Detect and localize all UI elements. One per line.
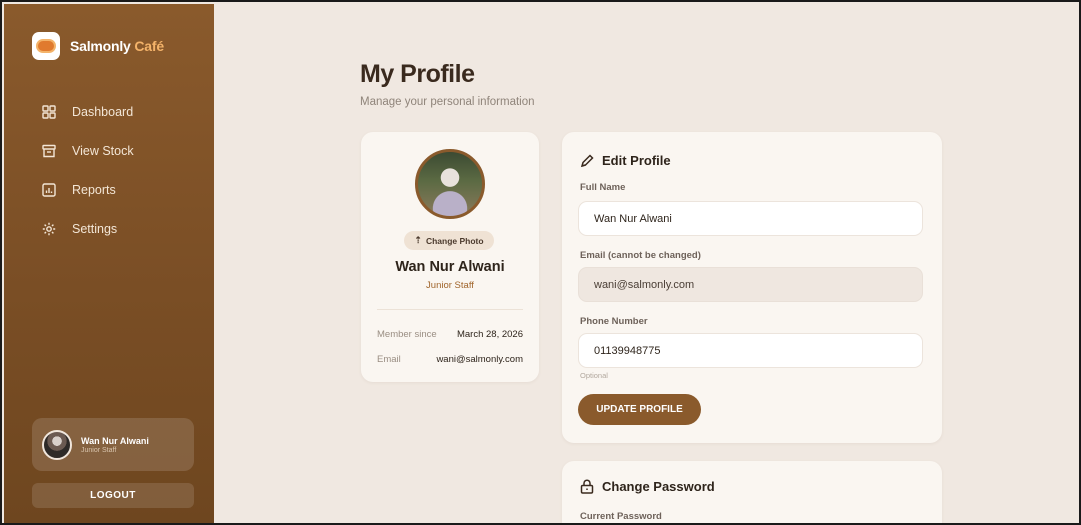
- sidebar-user-name: Wan Nur Alwani: [81, 435, 149, 446]
- brand-name: Salmonly Café: [70, 38, 164, 54]
- sidebar-item-view-stock[interactable]: View Stock: [42, 140, 134, 162]
- change-password-title: Change Password: [602, 479, 715, 494]
- update-profile-button[interactable]: UPDATE PROFILE: [578, 394, 701, 425]
- lock-icon: [580, 479, 594, 494]
- sidebar-item-reports[interactable]: Reports: [42, 179, 134, 201]
- member-since-value: March 28, 2026: [456, 329, 523, 340]
- full-name-label: Full Name: [580, 182, 626, 193]
- logout-button[interactable]: LOGOUT: [32, 483, 194, 508]
- email-row: Email wani@salmonly.com: [377, 354, 523, 365]
- sidebar-item-label: Settings: [72, 222, 118, 236]
- page-title: My Profile: [360, 60, 475, 88]
- member-since-label: Member since: [377, 329, 437, 340]
- cafe-logo-icon: [32, 32, 60, 60]
- sidebar-item-settings[interactable]: Settings: [42, 218, 134, 240]
- app-window: Salmonly Café Dashboard View Stock Repor…: [0, 0, 1081, 525]
- profile-avatar: [415, 149, 485, 219]
- phone-hint: Optional: [580, 371, 608, 380]
- email-field: [578, 267, 923, 302]
- phone-field[interactable]: [578, 333, 923, 368]
- page-subtitle: Manage your personal information: [360, 96, 535, 108]
- gear-icon: [42, 222, 56, 236]
- current-password-label: Current Password: [580, 511, 662, 522]
- change-password-card: Change Password Current Password: [562, 461, 942, 523]
- sidebar-nav: Dashboard View Stock Reports Settings: [42, 101, 134, 257]
- divider: [377, 309, 523, 310]
- sidebar-item-dashboard[interactable]: Dashboard: [42, 101, 134, 123]
- dashboard-icon: [42, 105, 56, 119]
- change-photo-label: Change Photo: [425, 235, 484, 246]
- brand-name-accent: Café: [134, 38, 164, 54]
- email-label: Email: [377, 354, 401, 365]
- profile-name: Wan Nur Alwani: [395, 259, 505, 275]
- archive-box-icon: [42, 144, 56, 158]
- sidebar-item-label: Dashboard: [72, 105, 134, 119]
- sidebar-user-card[interactable]: Wan Nur Alwani Junior Staff: [32, 418, 194, 471]
- sidebar-item-label: Reports: [72, 183, 116, 197]
- email-value: wani@salmonly.com: [436, 354, 523, 365]
- avatar: [42, 429, 72, 460]
- sidebar: Salmonly Café Dashboard View Stock Repor…: [4, 4, 214, 523]
- upload-icon: ⇡: [414, 235, 422, 245]
- edit-profile-title: Edit Profile: [602, 153, 671, 168]
- pencil-icon: [580, 153, 594, 167]
- sidebar-user-role: Junior Staff: [81, 446, 117, 454]
- change-password-heading: Change Password: [580, 479, 715, 494]
- phone-label: Phone Number: [580, 316, 648, 327]
- brand[interactable]: Salmonly Café: [32, 32, 164, 60]
- brand-name-main: Salmonly: [70, 38, 131, 54]
- user-meta: Wan Nur Alwani Junior Staff: [81, 436, 149, 454]
- edit-profile-card: Edit Profile Full Name Email (cannot be …: [562, 132, 942, 443]
- profile-role: Junior Staff: [426, 280, 474, 291]
- edit-profile-heading: Edit Profile: [580, 153, 671, 168]
- change-photo-button[interactable]: ⇡ Change Photo: [404, 231, 494, 250]
- profile-summary-card: ⇡ Change Photo Wan Nur Alwani Junior Sta…: [361, 132, 539, 382]
- member-since-row: Member since March 28, 2026: [377, 329, 523, 340]
- sidebar-item-label: View Stock: [72, 144, 134, 158]
- full-name-field[interactable]: [578, 201, 923, 236]
- bar-chart-icon: [42, 183, 56, 197]
- email-label: Email (cannot be changed): [580, 250, 701, 261]
